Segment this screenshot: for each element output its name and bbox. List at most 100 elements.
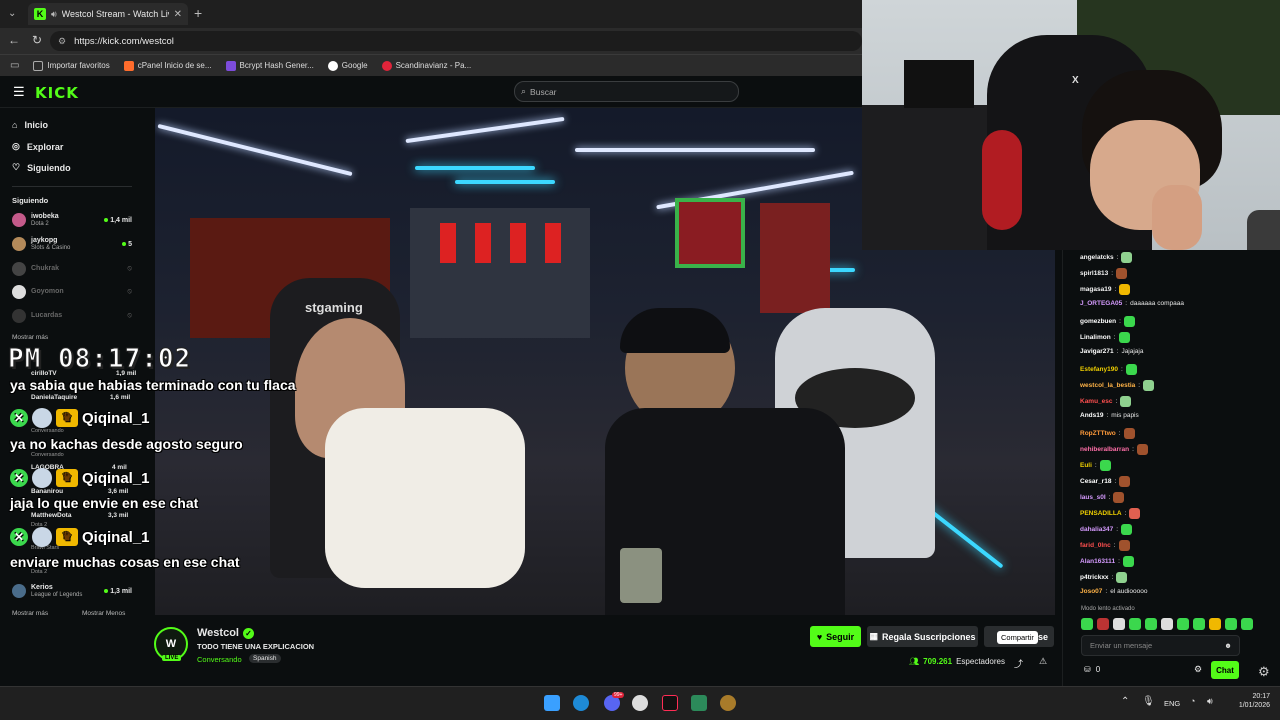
quick-emote-icon[interactable] — [1081, 618, 1093, 630]
tray-chevron-icon[interactable]: ⌃ — [1121, 696, 1129, 707]
chat-username[interactable]: Cesar_r18 — [1080, 478, 1111, 485]
speaker-icon[interactable]: 🔊︎ — [51, 9, 57, 20]
channel-goyomon[interactable]: Goyomon ⦸ — [12, 281, 132, 303]
quick-emote-icon[interactable] — [1241, 618, 1253, 630]
chat-username[interactable]: PENSADILLA — [1080, 510, 1122, 517]
share-icon[interactable]: ⤴ — [1014, 657, 1023, 670]
browser-tab[interactable]: K 🔊︎ Westcol Stream - Watch Live ✕ — [28, 3, 188, 25]
quick-emote-icon[interactable] — [1097, 618, 1109, 630]
nav-home[interactable]: ⌂ Inicio — [12, 120, 48, 130]
points-row[interactable]: ⛁ 0 — [1084, 665, 1100, 674]
chat-text: el audiooooo — [1110, 588, 1148, 595]
quick-emote-icon[interactable] — [1225, 618, 1237, 630]
windows-start-icon[interactable] — [544, 695, 560, 711]
black-cap — [620, 308, 730, 353]
new-tab-icon[interactable]: + — [194, 5, 202, 21]
url-field[interactable]: ⚙ https://kick.com/westcol — [50, 31, 862, 51]
chat-username[interactable]: Alan163111 — [1080, 558, 1115, 565]
channel-chukrak[interactable]: Chukrak ⦸ — [12, 258, 132, 280]
chat-username[interactable]: westcol_la_bestia — [1080, 382, 1135, 389]
language-tag[interactable]: Spanish — [249, 654, 281, 663]
sidebar-toggle-icon[interactable]: ▭ — [10, 60, 19, 71]
site-info-icon[interactable]: ⚙ — [58, 36, 66, 47]
chat-username[interactable]: Estefany190 — [1080, 366, 1118, 373]
bookmark-bcrypt[interactable]: Bcrypt Hash Gener... — [225, 60, 314, 71]
close-tab-icon[interactable]: ✕ — [174, 9, 182, 20]
show-less-button[interactable]: Mostrar Menos — [82, 610, 125, 617]
chat-username[interactable]: Linalimon — [1080, 334, 1111, 341]
quick-emote-icon[interactable] — [1177, 618, 1189, 630]
channel-lucardas[interactable]: Lucardas ⦸ — [12, 305, 132, 327]
chat-username[interactable]: gomezbuen — [1080, 318, 1116, 325]
quick-emote-icon[interactable] — [1129, 618, 1141, 630]
kick-logo[interactable]: KICK — [35, 84, 79, 102]
chat-username[interactable]: RopZTTtwo — [1080, 430, 1116, 437]
back-arrow-icon[interactable]: ← — [8, 33, 20, 47]
viewer-count: 3,3 mil — [108, 512, 129, 519]
chat-separator: : — [1108, 494, 1111, 501]
channel-name[interactable]: Bananirou — [31, 488, 63, 495]
chat-username[interactable]: nehiberalbarran — [1080, 446, 1129, 453]
chat-username[interactable]: farid_0lnc — [1080, 542, 1111, 549]
channel-name[interactable]: DanielaTaquire — [31, 394, 77, 401]
stocking — [510, 223, 526, 263]
quick-emote-icon[interactable] — [1145, 618, 1157, 630]
wifi-icon[interactable]: ◔ — [1190, 696, 1195, 706]
chat-input[interactable]: Enviar un mensaje ☻ — [1081, 635, 1240, 656]
channel-kerios[interactable]: Kerios League of Legends 1,3 mil — [12, 580, 132, 602]
edge-icon[interactable] — [573, 695, 589, 711]
send-chat-button[interactable]: Chat — [1211, 661, 1239, 679]
chat-username[interactable]: magasa19 — [1080, 286, 1111, 293]
bookmark-scandinavianz[interactable]: Scandinavianz - Pa... — [381, 60, 471, 71]
stream-category[interactable]: Conversando — [197, 655, 242, 664]
quick-emote-icon[interactable] — [1161, 618, 1173, 630]
reload-icon[interactable]: ↻ — [32, 33, 42, 47]
warcraft-icon[interactable] — [720, 695, 736, 711]
tiktok-icon[interactable] — [662, 695, 678, 711]
show-more-button[interactable]: Mostrar más — [12, 334, 48, 341]
nav-explore[interactable]: ◎ Explorar — [12, 141, 63, 152]
language-indicator[interactable]: ENG — [1164, 699, 1180, 708]
channel-name[interactable]: MatthewDota — [31, 512, 71, 519]
chat-username[interactable]: J_ORTEGA05 — [1080, 300, 1122, 307]
chat-username[interactable]: laus_s0I — [1080, 494, 1106, 501]
gift-subs-button[interactable]: ▦ Regala Suscripciones — [867, 626, 978, 647]
chat-separator: : — [1116, 526, 1119, 533]
show-more-button[interactable]: Mostrar más — [12, 610, 48, 617]
chat-username[interactable]: dahalia347 — [1080, 526, 1113, 533]
streamer-name[interactable]: Westcol — [197, 627, 239, 639]
bookmark-google[interactable]: Google — [327, 60, 368, 71]
chat-username[interactable]: p4trickxx — [1080, 574, 1109, 581]
emoji-icon[interactable]: ☻ — [1224, 641, 1232, 650]
gear-icon[interactable]: ⚙ — [1258, 664, 1270, 680]
channel-iwobeka[interactable]: iwobeka Dota 2 1,4 mil — [12, 209, 132, 231]
chat-username[interactable]: Euli — [1080, 462, 1092, 469]
menu-icon[interactable]: ☰ — [13, 84, 25, 100]
chat-username[interactable]: Kamu_esc — [1080, 398, 1113, 405]
microphone-icon[interactable]: 🎙︎ — [1142, 696, 1155, 707]
search-input[interactable]: ⌕ Buscar — [514, 81, 739, 102]
chat-username[interactable]: Javigar271 — [1080, 348, 1114, 355]
channel-jaykopg[interactable]: jaykopg Slots & Casino 5 — [12, 233, 132, 255]
clock[interactable]: 20:17 1/01/2026 — [1225, 692, 1270, 711]
chat-separator: : — [1116, 254, 1119, 261]
nav-following[interactable]: ♡ Siguiendo — [12, 162, 71, 173]
chat-username[interactable]: Joso07 — [1080, 588, 1102, 595]
bookmark-cpanel[interactable]: cPanel Inicio de se... — [123, 60, 212, 71]
quick-emote-icon[interactable] — [1113, 618, 1125, 630]
chat-username[interactable]: Ands19 — [1080, 412, 1103, 419]
quick-emote-icon[interactable] — [1209, 618, 1221, 630]
settings-icon[interactable]: ⚙ — [1194, 664, 1202, 675]
scandinavianz-icon — [381, 60, 392, 71]
bookmark-import[interactable]: Importar favoritos — [33, 60, 110, 71]
chat-username[interactable]: angelatcks — [1080, 254, 1114, 261]
quick-emote-icon[interactable] — [1193, 618, 1205, 630]
volume-icon[interactable]: 🔊︎ — [1207, 696, 1213, 707]
report-icon[interactable]: ⚠ — [1039, 656, 1047, 667]
app-icon[interactable] — [691, 695, 707, 711]
notification-badge: 99+ — [612, 692, 625, 698]
chat-username[interactable]: spirl1813 — [1080, 270, 1108, 277]
chatgpt-icon[interactable] — [632, 695, 648, 711]
tab-list-chevron-icon[interactable]: ⌄ — [8, 8, 16, 19]
follow-button[interactable]: ♥ Seguir — [810, 626, 861, 647]
